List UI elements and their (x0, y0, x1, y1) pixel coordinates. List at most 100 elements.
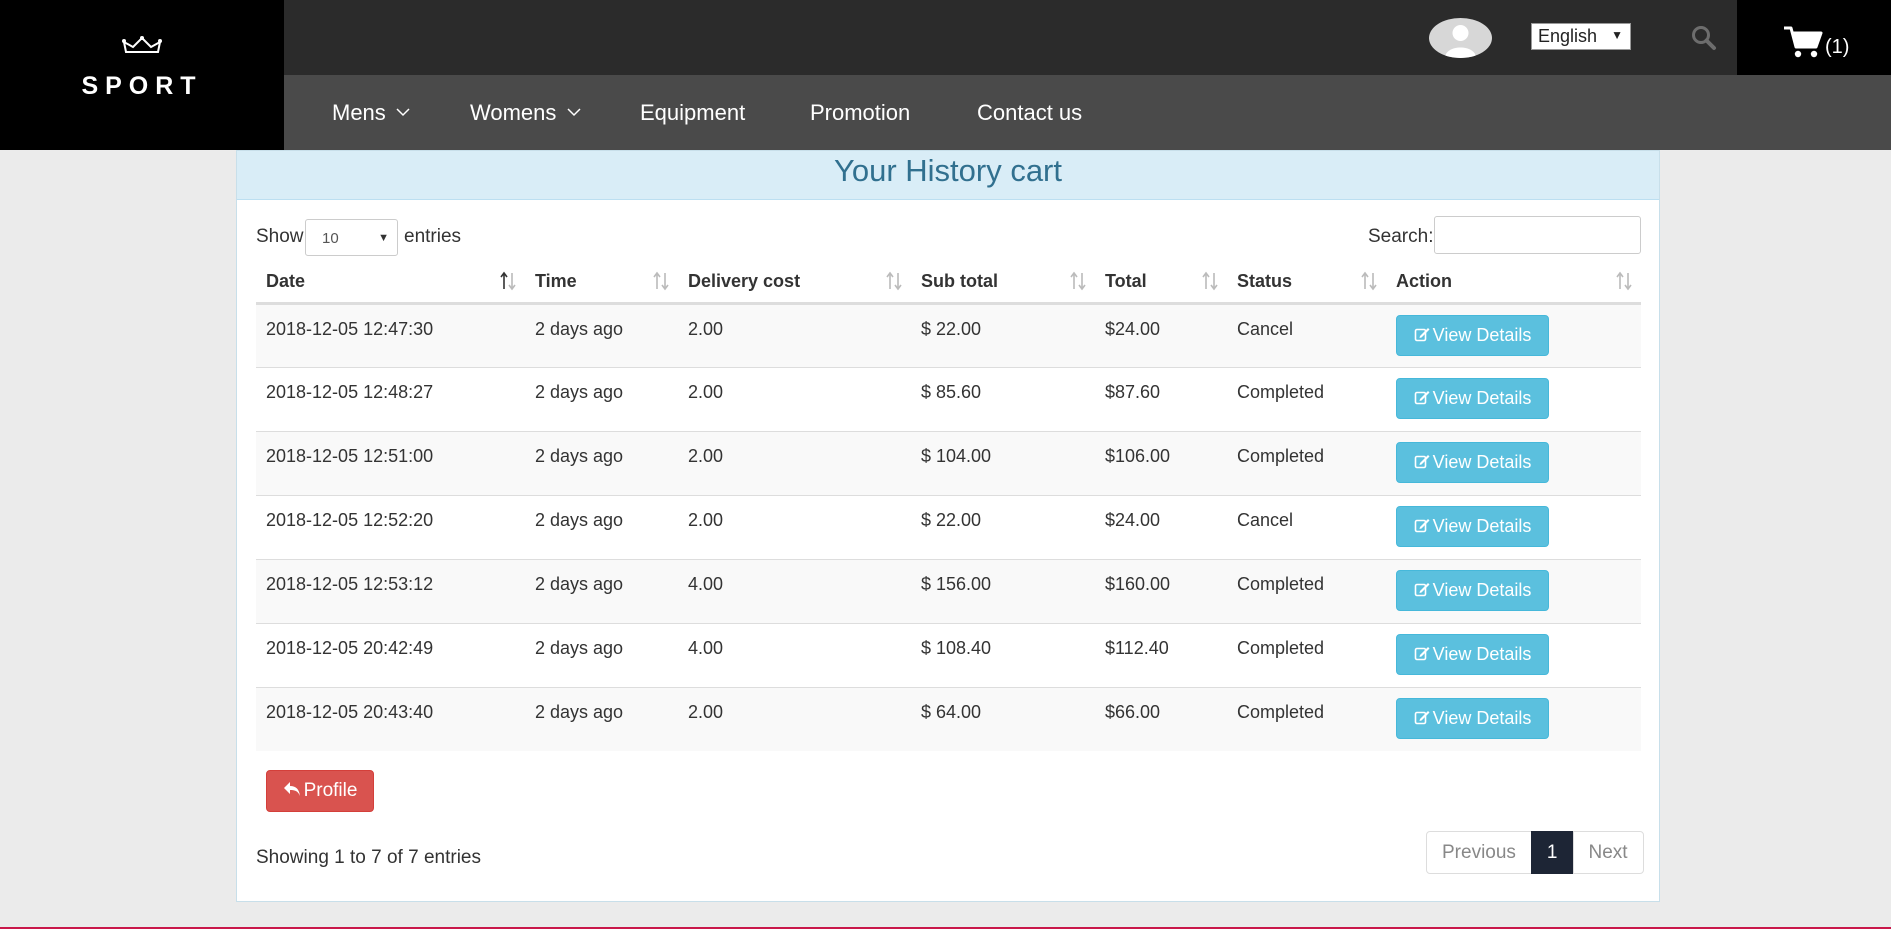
entries-length-select[interactable]: 10 ▼ (305, 219, 398, 256)
edit-icon (1414, 711, 1430, 725)
search-input[interactable] (1434, 216, 1641, 254)
table-row: 2018-12-05 12:52:20 2 days ago 2.00 $ 22.00… (256, 494, 1641, 559)
edit-icon (1414, 583, 1430, 597)
user-icon (1445, 25, 1476, 58)
col-header-status[interactable]: Status (1227, 261, 1386, 305)
sort-both-icon (1202, 271, 1218, 291)
cell-time: 2 days ago (525, 558, 678, 623)
view-details-button[interactable]: View Details (1396, 697, 1549, 739)
caret-down-icon: ▼ (378, 232, 389, 244)
profile-button[interactable]: Profile (266, 770, 374, 812)
pagination-page-1[interactable]: 1 (1530, 831, 1574, 874)
view-details-label: View Details (1432, 387, 1532, 408)
cell-delivery: 2.00 (678, 303, 911, 367)
view-details-button[interactable]: View Details (1396, 314, 1549, 356)
table-row: 2018-12-05 12:51:00 2 days ago 2.00 $ 104.0… (256, 430, 1641, 495)
top-bar (284, 0, 1737, 75)
view-details-label: View Details (1432, 643, 1532, 664)
language-value: English (1538, 26, 1598, 46)
col-header-label: Delivery cost (688, 270, 801, 291)
col-header-sub-total[interactable]: Sub total (911, 261, 1095, 305)
col-header-total[interactable]: Total (1095, 261, 1227, 305)
sort-both-icon (886, 271, 902, 291)
col-header-label: Sub total (921, 270, 998, 291)
cell-time: 2 days ago (525, 366, 678, 431)
nav-item-label: Promotion (810, 100, 911, 125)
col-header-date[interactable]: Date (256, 261, 525, 305)
col-header-delivery-cost[interactable]: Delivery cost (678, 261, 911, 305)
crown-icon (122, 36, 162, 53)
cell-status: Completed (1227, 686, 1386, 751)
col-header-label: Time (535, 270, 577, 291)
pagination-previous[interactable]: Previous (1426, 831, 1532, 874)
cart-count: (1) (1825, 36, 1850, 58)
view-details-button[interactable]: View Details (1396, 633, 1549, 675)
cell-time: 2 days ago (525, 494, 678, 559)
edit-icon (1414, 647, 1430, 661)
view-details-label: View Details (1432, 515, 1532, 536)
nav-item-womens[interactable]: Womens (470, 100, 581, 126)
col-header-label: Date (266, 270, 306, 291)
cell-time: 2 days ago (525, 622, 678, 687)
history-table: Date Time Delivery cost Sub total Total … (256, 261, 1641, 751)
cell-delivery: 4.00 (678, 622, 911, 687)
language-select[interactable]: English ▼ (1531, 23, 1631, 50)
cell-action: View Details (1386, 303, 1641, 367)
page-title: Your History cart (237, 151, 1659, 200)
cell-subtotal: $ 104.00 (911, 430, 1095, 495)
cell-delivery: 2.00 (678, 366, 911, 431)
edit-icon (1414, 455, 1430, 469)
cart-button[interactable]: (1) (1737, 0, 1891, 75)
nav-item-label: Mens (332, 100, 386, 125)
main-nav: Mens Womens Equipment Promotion Contact … (284, 75, 1891, 150)
sort-both-icon (1070, 271, 1086, 291)
cell-date: 2018-12-05 20:42:49 (256, 622, 525, 687)
nav-item-mens[interactable]: Mens (332, 100, 410, 126)
cell-action: View Details (1386, 494, 1641, 559)
cell-time: 2 days ago (525, 430, 678, 495)
nav-item-contact-us[interactable]: Contact us (977, 100, 1082, 126)
edit-icon (1414, 519, 1430, 533)
cell-subtotal: $ 22.00 (911, 494, 1095, 559)
view-details-button[interactable]: View Details (1396, 505, 1549, 547)
nav-item-label: Womens (470, 100, 557, 125)
view-details-button[interactable]: View Details (1396, 377, 1549, 419)
cell-delivery: 2.00 (678, 430, 911, 495)
cell-date: 2018-12-05 12:51:00 (256, 430, 525, 495)
entries-label: entries (404, 226, 462, 247)
table-row: 2018-12-05 20:43:40 2 days ago 2.00 $ 64.00… (256, 686, 1641, 751)
col-header-action[interactable]: Action (1386, 261, 1641, 305)
search-icon[interactable] (1690, 24, 1718, 52)
table-row: 2018-12-05 12:53:12 2 days ago 4.00 $ 156.0… (256, 558, 1641, 623)
view-details-label: View Details (1432, 324, 1532, 345)
nav-item-equipment[interactable]: Equipment (640, 100, 745, 126)
view-details-label: View Details (1432, 707, 1532, 728)
view-details-button[interactable]: View Details (1396, 441, 1549, 483)
cell-status: Completed (1227, 558, 1386, 623)
cell-delivery: 2.00 (678, 686, 911, 751)
sort-both-icon (1616, 271, 1632, 291)
profile-button-label: Profile (303, 780, 358, 801)
nav-item-label: Contact us (977, 100, 1083, 125)
nav-item-promotion[interactable]: Promotion (810, 100, 910, 126)
sort-both-icon (1361, 271, 1377, 291)
cell-subtotal: $ 22.00 (911, 303, 1095, 367)
table-row: 2018-12-05 20:42:49 2 days ago 4.00 $ 108.4… (256, 622, 1641, 687)
cell-total: $24.00 (1095, 494, 1227, 559)
cell-status: Completed (1227, 366, 1386, 431)
cell-time: 2 days ago (525, 686, 678, 751)
chevron-down-icon (396, 108, 410, 116)
show-label: Show (256, 226, 304, 247)
shopping-cart-icon (1784, 26, 1823, 58)
col-header-label: Action (1396, 270, 1452, 291)
brand-logo[interactable]: SPORT (0, 0, 284, 150)
cell-total: $66.00 (1095, 686, 1227, 751)
cell-date: 2018-12-05 20:43:40 (256, 686, 525, 751)
cell-action: View Details (1386, 686, 1641, 751)
nav-item-label: Equipment (640, 100, 746, 125)
cell-status: Cancel (1227, 303, 1386, 367)
pagination-next[interactable]: Next (1572, 831, 1644, 874)
user-avatar[interactable] (1429, 18, 1492, 58)
col-header-time[interactable]: Time (525, 261, 678, 305)
view-details-button[interactable]: View Details (1396, 569, 1549, 611)
